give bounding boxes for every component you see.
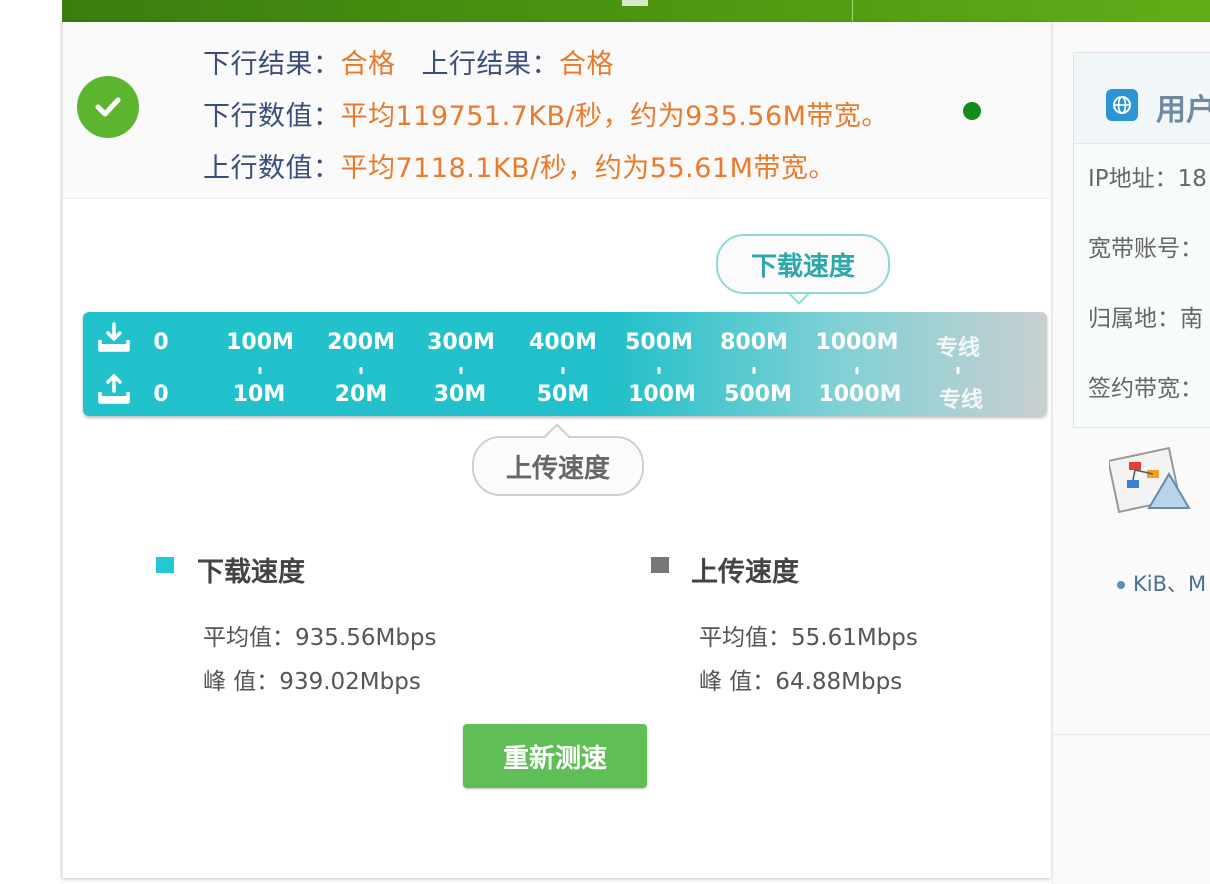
- up-result-value: 合格: [559, 49, 614, 80]
- up-result-label: 上行结果：: [421, 49, 559, 80]
- result-line-pass: 下行结果：合格 上行结果：合格: [203, 42, 614, 81]
- scale-tick-mark: [258, 367, 262, 374]
- download-tick-label: 200M: [327, 330, 395, 355]
- down-result-label: 下行结果：: [203, 49, 341, 80]
- retest-button[interactable]: 重新测速: [463, 724, 647, 788]
- speed-scale-bar: 0 100M 200M 300M 400M 500M 800M 1000M 专线 0 10M 20M 3…: [83, 312, 1047, 416]
- upload-peak: 峰 值：64.88Mbps: [699, 669, 903, 695]
- top-nav-bar: [62, 0, 1210, 22]
- upload-tick-label: 0: [153, 382, 169, 407]
- scale-tick-mark: [855, 367, 859, 374]
- down-value-label: 下行数值：: [203, 101, 341, 132]
- scale-tick-mark: [561, 367, 565, 374]
- check-icon: [77, 76, 139, 138]
- upload-average: 平均值：55.61Mbps: [699, 625, 918, 651]
- result-line-up: 上行数值：平均7118.1KB/秒，约为55.61M带宽。: [203, 146, 836, 185]
- scale-tick-mark: [459, 367, 463, 374]
- diagram-tool-icon: [1109, 446, 1191, 514]
- status-dot: [963, 102, 981, 120]
- side-panel: 用户 IP地址：18 宽带账号： 归属地：南 签约带宽： KiB、M: [1052, 22, 1210, 884]
- download-tick-label: 400M: [529, 330, 597, 355]
- nav-indicator: [622, 0, 648, 6]
- ip-address-row: IP地址：18: [1088, 166, 1207, 192]
- scale-tick-mark: [752, 367, 756, 374]
- speed-test-panel: 下行结果：合格 上行结果：合格 下行数值：平均119751.7KB/秒，约为935…: [62, 22, 1051, 878]
- download-tick-label: 0: [153, 330, 169, 355]
- download-speed-bubble: 下载速度: [716, 234, 890, 294]
- scale-tick-mark: [657, 367, 661, 374]
- unit-note-text: KiB、M: [1133, 572, 1207, 596]
- upload-tick-label: 10M: [232, 382, 286, 407]
- upload-legend-swatch: [651, 557, 669, 573]
- unit-note: KiB、M: [1117, 568, 1206, 598]
- result-line-down: 下行数值：平均119751.7KB/秒，约为935.56M带宽。: [203, 94, 889, 133]
- broadband-account-row: 宽带账号：: [1088, 236, 1203, 262]
- up-value-text: 平均7118.1KB/秒，约为55.61M带宽。: [340, 153, 836, 184]
- download-legend-swatch: [156, 557, 174, 573]
- bullet-icon: [1117, 581, 1125, 589]
- download-tick-label: 1000M: [815, 330, 899, 355]
- upload-tick-label: 500M: [724, 382, 792, 407]
- location-row: 归属地：南: [1088, 306, 1203, 332]
- download-tick-label: 500M: [625, 330, 693, 355]
- result-summary: 下行结果：合格 上行结果：合格 下行数值：平均119751.7KB/秒，约为935…: [63, 22, 1051, 199]
- download-tick-label: 800M: [720, 330, 788, 355]
- upload-tick-label: 100M: [628, 382, 696, 407]
- download-tick-label: 300M: [427, 330, 495, 355]
- nav-separator: [852, 0, 853, 22]
- user-info-card: 用户 IP地址：18 宽带账号： 归属地：南 签约带宽：: [1073, 52, 1210, 428]
- down-result-value: 合格: [340, 49, 396, 80]
- upload-legend-title: 上传速度: [691, 557, 799, 588]
- side-divider: [1053, 734, 1210, 735]
- scale-tick-mark: [956, 367, 960, 374]
- download-tick-label: 100M: [226, 330, 294, 355]
- download-peak: 峰 值：939.02Mbps: [203, 669, 421, 695]
- up-value-label: 上行数值：: [203, 153, 341, 184]
- user-card-title: 用户: [1156, 93, 1210, 128]
- download-average: 平均值：935.56Mbps: [203, 625, 437, 651]
- download-tick-label: 专线: [935, 336, 981, 361]
- user-globe-icon: [1106, 89, 1138, 121]
- down-value-text: 平均119751.7KB/秒，约为935.56M带宽。: [340, 101, 889, 132]
- scale-tick-mark: [359, 367, 363, 374]
- download-legend-title: 下载速度: [197, 557, 305, 588]
- upload-tick-label: 50M: [536, 382, 590, 407]
- upload-tick-label: 30M: [433, 382, 487, 407]
- upload-tick-label: 20M: [334, 382, 388, 407]
- upload-icon: [98, 374, 130, 404]
- download-icon: [98, 322, 130, 352]
- upload-tick-label: 专线: [938, 388, 984, 413]
- contract-bandwidth-row: 签约带宽：: [1088, 376, 1203, 402]
- upload-tick-label: 1000M: [818, 382, 902, 407]
